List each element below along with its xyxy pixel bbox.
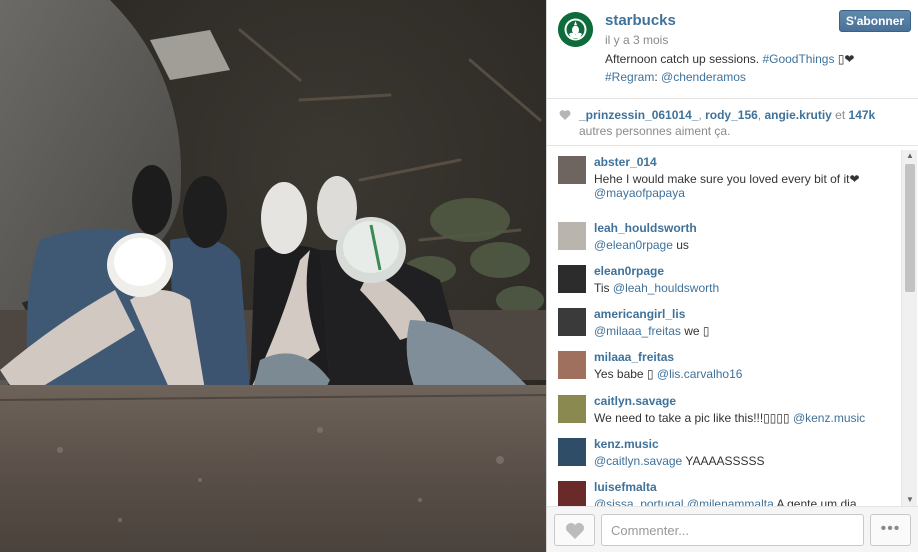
comment-text: @milaaa_freitas we ▯ — [594, 324, 710, 338]
heart-icon — [566, 523, 584, 539]
comment-item: americangirl_lis @milaaa_freitas we ▯ — [547, 302, 901, 345]
comment-username[interactable]: leah_houldsworth — [594, 221, 697, 235]
likes-summary: _prinzessin_061014_, rody_156, angie.kru… — [547, 98, 918, 146]
comment-text: @elean0rpage us — [594, 238, 689, 252]
avatar[interactable] — [558, 156, 586, 184]
comment-body: Tis — [594, 281, 613, 295]
comments-scrollbar[interactable]: ▲ ▼ — [901, 150, 917, 506]
like-button[interactable] — [554, 514, 595, 546]
scroll-up-arrow-icon[interactable]: ▲ — [902, 150, 918, 162]
comment-item: leah_houldsworth @elean0rpage us — [547, 216, 901, 259]
post-photo[interactable] — [0, 0, 546, 552]
comment-username[interactable]: caitlyn.savage — [594, 394, 676, 408]
comment-mention[interactable]: @mayaofpapaya — [594, 186, 685, 200]
more-options-button[interactable]: ••• — [870, 514, 911, 546]
avatar[interactable] — [558, 438, 586, 466]
photo-illustration — [0, 0, 546, 552]
liker-3[interactable]: angie.krutiy — [764, 108, 831, 122]
avatar[interactable] — [558, 395, 586, 423]
comment-text: Yes babe ▯ @lis.carvalho16 — [594, 367, 742, 381]
comment-body-end: we ▯ — [680, 324, 710, 338]
liker-1[interactable]: _prinzessin_061014_ — [579, 108, 698, 122]
comment-username[interactable]: milaaa_freitas — [594, 350, 674, 364]
avatar[interactable] — [558, 222, 586, 250]
siren-logo-icon — [558, 12, 593, 47]
comment-mention[interactable]: @leah_houldsworth — [613, 281, 719, 295]
comment-footer: ••• — [547, 506, 918, 552]
comment-mention[interactable]: @lis.carvalho16 — [657, 367, 743, 381]
scroll-thumb[interactable] — [905, 164, 915, 292]
avatar[interactable] — [558, 481, 586, 506]
comment-body: Yes babe ▯ — [594, 367, 657, 381]
avatar[interactable] — [558, 308, 586, 336]
comment-item: luisefmalta @sissa_portugal @milenammalt… — [547, 475, 901, 506]
comment-mention[interactable]: @kenz.music — [793, 411, 865, 425]
liker-2[interactable]: rody_156 — [705, 108, 758, 122]
comment-item: abster_014 Hehe I would make sure you lo… — [547, 150, 901, 200]
post-header: starbucks il y a 3 mois Afternoon catch … — [547, 0, 918, 98]
post-timestamp: il y a 3 mois — [605, 33, 669, 47]
comment-mention[interactable]: @elean0rpage — [594, 238, 673, 252]
likes-rest-text: autres personnes aiment ça. — [579, 124, 731, 138]
comment-body: Hehe I would make sure you loved every b… — [594, 172, 860, 186]
comment-mention[interactable]: @caitlyn.savage — [594, 454, 682, 468]
comment-item: milaaa_freitas Yes babe ▯ @lis.carvalho1… — [547, 345, 901, 388]
comment-mention[interactable]: @milaaa_freitas — [594, 324, 681, 338]
comment-username[interactable]: elean0rpage — [594, 264, 664, 278]
likes-and: et — [831, 108, 849, 122]
comment-text: We need to take a pic like this!!!▯▯▯▯ @… — [594, 411, 865, 425]
comment-username[interactable]: kenz.music — [594, 437, 659, 451]
comment-text: Hehe I would make sure you loved every b… — [594, 172, 860, 200]
post-author-username[interactable]: starbucks — [605, 12, 676, 29]
comment-body-end: A gente um dia. — [773, 497, 860, 506]
comment-text: @sissa_portugal @milenammalta A gente um… — [594, 497, 860, 506]
caption-hashtag-regram[interactable]: #Regram — [605, 70, 654, 84]
comment-body: We need to take a pic like this!!!▯▯▯▯ — [594, 411, 793, 425]
avatar[interactable] — [558, 351, 586, 379]
comment-item: kenz.music @caitlyn.savage YAAAASSSSS — [547, 432, 901, 475]
comment-mention[interactable]: @sissa_portugal @milenammalta — [594, 497, 774, 506]
post-sidebar: starbucks il y a 3 mois Afternoon catch … — [546, 0, 918, 552]
comment-username[interactable]: americangirl_lis — [594, 307, 685, 321]
comment-username[interactable]: abster_014 — [594, 155, 657, 169]
caption-mention[interactable]: @chenderamos — [661, 70, 746, 84]
post-caption: Afternoon catch up sessions. #GoodThings… — [605, 50, 905, 86]
comment-input[interactable] — [601, 514, 864, 546]
avatar[interactable] — [558, 265, 586, 293]
starbucks-logo-avatar[interactable] — [558, 12, 593, 47]
comment-text: Tis @leah_houldsworth — [594, 281, 719, 295]
follow-button[interactable]: S'abonner — [839, 10, 911, 32]
comment-item: caitlyn.savage We need to take a pic lik… — [547, 389, 901, 432]
comment-item: elean0rpage Tis @leah_houldsworth — [547, 259, 901, 302]
comment-body-end: us — [672, 238, 689, 252]
comment-body-end: YAAAASSSSS — [682, 454, 765, 468]
scroll-down-arrow-icon[interactable]: ▼ — [902, 494, 918, 506]
caption-text: Afternoon catch up sessions. — [605, 52, 763, 66]
caption-hashtag-goodthings[interactable]: #GoodThings — [762, 52, 834, 66]
caption-emoji: ▯❤ — [834, 52, 855, 66]
heart-icon — [559, 110, 571, 120]
comment-username[interactable]: luisefmalta — [594, 480, 657, 494]
likes-count[interactable]: 147k — [849, 108, 876, 122]
comment-text: @caitlyn.savage YAAAASSSSS — [594, 454, 765, 468]
comments-list[interactable]: abster_014 Hehe I would make sure you lo… — [547, 150, 901, 506]
